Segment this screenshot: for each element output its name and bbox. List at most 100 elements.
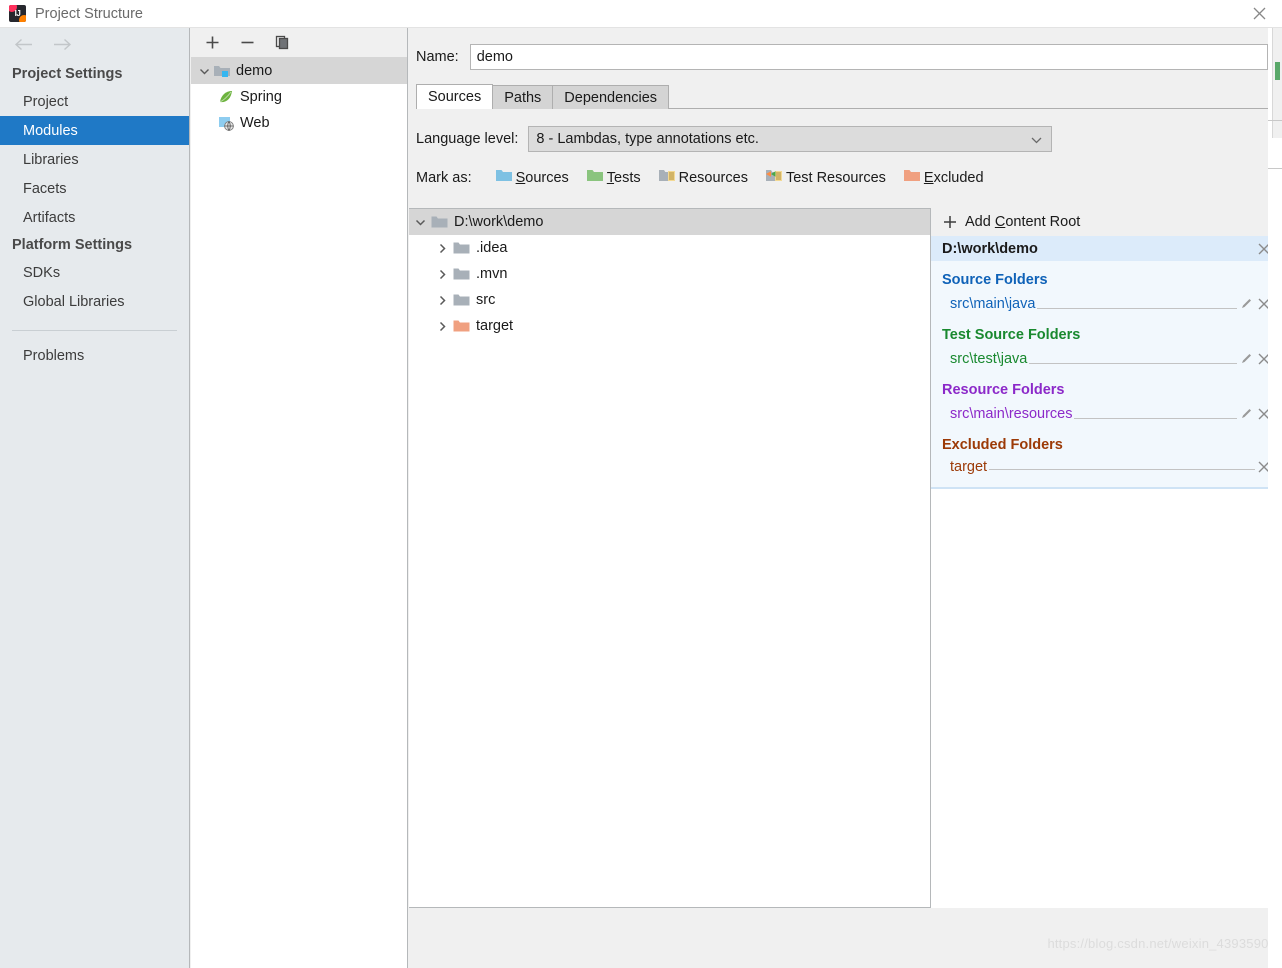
chevron-right-icon[interactable] bbox=[431, 316, 453, 336]
spring-leaf-icon bbox=[217, 88, 235, 106]
tree-row-label: .mvn bbox=[476, 266, 508, 282]
sidebar-item-problems[interactable]: Problems bbox=[0, 341, 189, 370]
group-title-source-folders: Source Folders bbox=[942, 272, 1048, 288]
module-label: demo bbox=[236, 63, 273, 79]
tree-row-label: target bbox=[476, 318, 514, 334]
sidebar-divider bbox=[12, 330, 177, 331]
module-folder-icon bbox=[213, 62, 231, 80]
close-icon[interactable] bbox=[1236, 0, 1282, 27]
excluded-folder-path: target bbox=[950, 458, 988, 475]
language-level-select[interactable]: 8 - Lambdas, type annotations etc. bbox=[528, 126, 1053, 152]
tab-paths[interactable]: Paths bbox=[492, 85, 554, 109]
mark-as-label-excluded: Excluded bbox=[923, 169, 984, 186]
mark-as-sources-button[interactable]: Sources bbox=[495, 168, 569, 187]
chevron-right-icon[interactable] bbox=[431, 290, 453, 310]
chevron-down-icon[interactable] bbox=[195, 62, 213, 80]
add-root-mnemonic: C bbox=[994, 214, 1006, 230]
navigation-arrows bbox=[0, 28, 189, 61]
sidebar-item-libraries[interactable]: Libraries bbox=[0, 145, 189, 174]
mark-as-label-sources: Sources bbox=[515, 169, 569, 186]
resources-folder-icon bbox=[658, 168, 676, 187]
sidebar-group-project-settings: Project Settings bbox=[12, 66, 123, 82]
test-source-folder-path: src\test\java bbox=[950, 350, 1028, 367]
watermark: https://blog.csdn.net/weixin_43935907 bbox=[1047, 936, 1276, 951]
tab-sources[interactable]: Sources bbox=[416, 84, 494, 109]
copy-icon[interactable] bbox=[271, 32, 293, 54]
folder-icon bbox=[431, 215, 448, 229]
modules-tree-panel: demo Spring Web bbox=[191, 28, 408, 968]
tests-folder-icon bbox=[586, 168, 604, 187]
mark-as-resources-button[interactable]: Resources bbox=[658, 168, 748, 187]
facet-label: Web bbox=[240, 115, 270, 131]
mark-as-label-resources: Resources bbox=[678, 169, 748, 186]
name-label: Name: bbox=[416, 49, 459, 65]
tab-dependencies[interactable]: Dependencies bbox=[552, 85, 670, 109]
tree-row-content-root[interactable]: D:\work\demo bbox=[409, 209, 930, 235]
content-root-file-tree: D:\work\demo .idea .mvn src target bbox=[409, 208, 930, 908]
chevron-down-icon[interactable] bbox=[409, 212, 431, 232]
content-root-path: D:\work\demo bbox=[942, 240, 1038, 257]
minus-icon[interactable] bbox=[236, 32, 258, 54]
pencil-icon[interactable] bbox=[1237, 295, 1255, 313]
group-title-test-source-folders: Test Source Folders bbox=[942, 327, 1081, 343]
facet-label: Spring bbox=[240, 89, 282, 105]
content-roots-panel: Add Content Root D:\work\demo Source Fol… bbox=[930, 208, 1282, 908]
chevron-right-icon[interactable] bbox=[431, 264, 453, 284]
excluded-folder-entry[interactable]: target bbox=[931, 456, 1282, 481]
module-tree-row-demo[interactable]: demo bbox=[191, 58, 407, 84]
tree-row-target[interactable]: target bbox=[409, 313, 930, 339]
module-tree-row-spring[interactable]: Spring bbox=[191, 84, 407, 110]
mark-as-label-test-resources: Test Resources bbox=[785, 169, 886, 186]
vertical-scrollbar[interactable] bbox=[1272, 28, 1282, 138]
excluded-folder-icon bbox=[453, 319, 470, 333]
add-root-label-post: ontent Root bbox=[1005, 214, 1081, 230]
arrow-left-icon[interactable] bbox=[12, 34, 34, 56]
test-resources-folder-icon bbox=[765, 168, 783, 187]
sidebar-item-global-libraries[interactable]: Global Libraries bbox=[0, 287, 189, 316]
module-editor-panel: Name: Sources Paths Dependencies Languag… bbox=[409, 28, 1282, 968]
sidebar-item-artifacts[interactable]: Artifacts bbox=[0, 203, 189, 232]
sources-folder-icon bbox=[495, 168, 513, 187]
mark-as-row: Mark as: Sources Tests Resources Test Re… bbox=[416, 168, 1282, 187]
chevron-right-icon[interactable] bbox=[431, 238, 453, 258]
tree-row-src[interactable]: src bbox=[409, 287, 930, 313]
sidebar-item-sdks[interactable]: SDKs bbox=[0, 258, 189, 287]
resource-folder-entry[interactable]: src\main\resources bbox=[931, 401, 1282, 426]
web-facet-icon bbox=[217, 114, 235, 132]
pencil-icon[interactable] bbox=[1237, 405, 1255, 423]
module-tree-row-web[interactable]: Web bbox=[191, 110, 407, 136]
arrow-right-icon[interactable] bbox=[51, 34, 73, 56]
tree-row-label: D:\work\demo bbox=[454, 214, 544, 230]
sidebar-item-facets[interactable]: Facets bbox=[0, 174, 189, 203]
entry-rule bbox=[1029, 363, 1237, 364]
module-name-input[interactable] bbox=[469, 44, 1268, 70]
resource-folder-path: src\main\resources bbox=[950, 405, 1073, 422]
plus-icon[interactable] bbox=[201, 32, 223, 54]
mark-as-test-resources-button[interactable]: Test Resources bbox=[765, 168, 886, 187]
mark-as-tests-button[interactable]: Tests bbox=[586, 168, 641, 187]
language-level-row: Language level: 8 - Lambdas, type annota… bbox=[416, 126, 1282, 152]
tree-row-mvn[interactable]: .mvn bbox=[409, 261, 930, 287]
tree-row-idea[interactable]: .idea bbox=[409, 235, 930, 261]
add-content-root-button[interactable]: Add Content Root bbox=[931, 208, 1282, 236]
content-root-header: D:\work\demo bbox=[931, 236, 1282, 261]
sidebar-item-modules[interactable]: Modules bbox=[0, 116, 189, 145]
entry-rule bbox=[1037, 308, 1237, 309]
tree-row-label: src bbox=[476, 292, 496, 308]
excluded-folder-icon bbox=[903, 168, 921, 187]
right-edge-strip bbox=[1268, 28, 1282, 968]
mark-as-label-tests: Tests bbox=[606, 169, 641, 186]
pencil-icon[interactable] bbox=[1237, 350, 1255, 368]
test-source-folder-entry[interactable]: src\test\java bbox=[931, 346, 1282, 371]
mark-as-excluded-button[interactable]: Excluded bbox=[903, 168, 984, 187]
module-name-row: Name: bbox=[409, 28, 1282, 70]
source-folder-entry[interactable]: src\main\java bbox=[931, 291, 1282, 316]
module-tabs: Sources Paths Dependencies bbox=[416, 84, 1282, 109]
sidebar-item-project[interactable]: Project bbox=[0, 87, 189, 116]
window-title: Project Structure bbox=[35, 5, 143, 22]
entry-rule bbox=[1074, 418, 1237, 419]
strip-line bbox=[1268, 120, 1282, 121]
sources-configuration-area: D:\work\demo .idea .mvn src target Add C… bbox=[409, 208, 1282, 908]
source-folder-path: src\main\java bbox=[950, 295, 1036, 312]
folder-icon bbox=[453, 241, 470, 255]
